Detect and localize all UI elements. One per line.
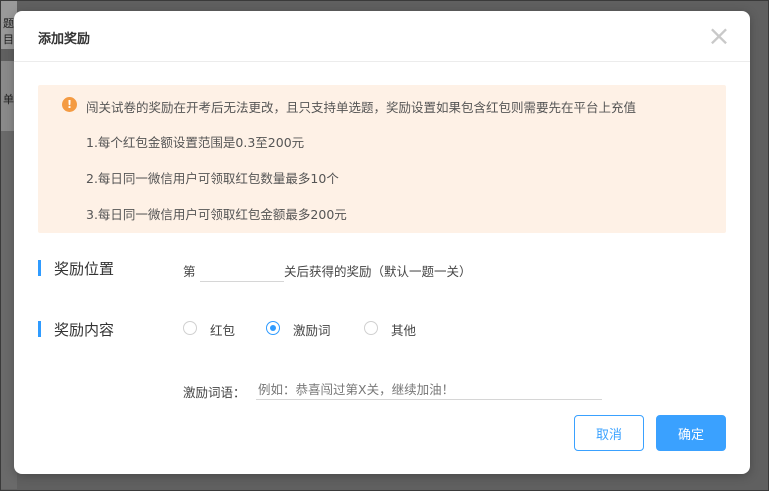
close-icon[interactable]: × (706, 22, 732, 50)
confirm-button[interactable]: 确定 (656, 415, 726, 451)
notice-rule: 1.每个红包金额设置范围是0.3至200元 (86, 135, 305, 150)
radio-encouragement[interactable] (266, 321, 280, 335)
background-text: 单 (3, 93, 14, 106)
encouragement-words-input[interactable] (256, 379, 602, 400)
notice-main-text: 闯关试卷的奖励在开考后无法更改，且只支持单选题，奖励设置如果包含红包则需要先在平… (86, 100, 637, 115)
section-marker (38, 260, 41, 276)
option-encouragement-label: 激励词 (293, 323, 331, 338)
section-marker (38, 321, 41, 337)
position-suffix: 关后获得的奖励（默认一题一关） (284, 264, 472, 279)
option-other-label: 其他 (391, 323, 417, 338)
notice-rule: 3.每日同一微信用户可领取红包金额最多200元 (86, 207, 347, 222)
position-prefix: 第 (183, 264, 196, 279)
warning-icon: ! (62, 97, 77, 112)
add-reward-dialog: 添加奖励 × ! 闯关试卷的奖励在开考后无法更改，且只支持单选题，奖励设置如果包… (14, 11, 750, 474)
radio-red-packet[interactable] (183, 321, 197, 335)
encouragement-words-label: 激励词语： (183, 385, 246, 400)
dialog-header: 添加奖励 × (14, 11, 750, 62)
reward-content-label: 奖励内容 (54, 321, 115, 339)
notice-box: ! 闯关试卷的奖励在开考后无法更改，且只支持单选题，奖励设置如果包含红包则需要先… (38, 85, 726, 233)
reward-position-label: 奖励位置 (54, 260, 115, 278)
radio-other[interactable] (364, 321, 378, 335)
dialog-title: 添加奖励 (38, 32, 91, 47)
cancel-button[interactable]: 取消 (574, 415, 644, 451)
option-red-packet-label: 红包 (210, 323, 236, 338)
notice-rule: 2.每日同一微信用户可领取红包数量最多10个 (86, 171, 339, 186)
level-number-input[interactable] (200, 261, 284, 282)
